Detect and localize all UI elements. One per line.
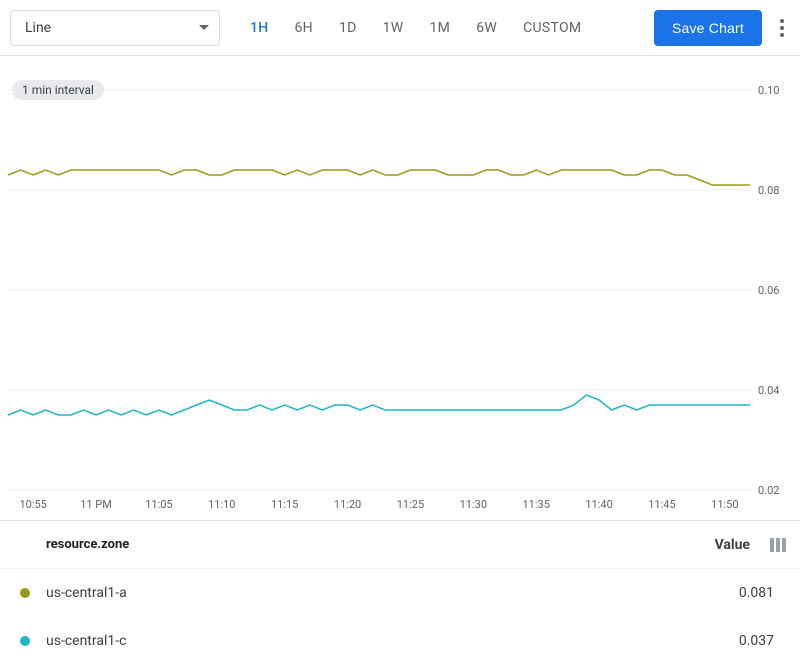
svg-text:11 PM: 11 PM <box>80 498 112 511</box>
svg-text:11:15: 11:15 <box>271 498 298 511</box>
legend-groupby-col: resource.zone <box>46 537 129 552</box>
svg-text:11:40: 11:40 <box>585 498 612 511</box>
chart-area: 1 min interval 0.02 0.04 0.06 0.08 0.10 10:55… <box>0 56 800 520</box>
svg-text:11:10: 11:10 <box>208 498 235 511</box>
save-chart-button[interactable]: Save Chart <box>654 10 762 46</box>
range-1m[interactable]: 1M <box>418 12 463 44</box>
legend-value: 0.037 <box>739 633 774 649</box>
legend-swatch <box>20 636 30 646</box>
more-menu-button[interactable] <box>772 10 792 46</box>
legend-value: 0.081 <box>739 585 774 601</box>
range-custom[interactable]: CUSTOM <box>511 12 593 44</box>
legend-label: us-central1-a <box>46 585 127 601</box>
columns-icon[interactable] <box>770 538 786 552</box>
range-1w[interactable]: 1W <box>371 12 416 44</box>
legend-table: resource.zone Value us-central1-a 0.081 … <box>0 520 800 665</box>
svg-text:11:30: 11:30 <box>460 498 487 511</box>
chevron-down-icon <box>199 25 209 30</box>
chart-type-select[interactable]: Line <box>10 10 220 46</box>
time-range-group: 1H 6H 1D 1W 1M 6W CUSTOM <box>238 12 593 44</box>
range-6h[interactable]: 6H <box>283 12 325 44</box>
legend-header: resource.zone Value <box>0 521 800 569</box>
svg-text:0.10: 0.10 <box>758 84 779 97</box>
svg-text:0.04: 0.04 <box>758 384 779 397</box>
legend-swatch <box>20 588 30 598</box>
toolbar: Line 1H 6H 1D 1W 1M 6W CUSTOM Save Chart <box>0 0 800 56</box>
svg-text:11:35: 11:35 <box>523 498 550 511</box>
range-1d[interactable]: 1D <box>327 12 369 44</box>
legend-value-col: Value <box>715 537 750 553</box>
svg-text:11:50: 11:50 <box>711 498 738 511</box>
svg-text:0.02: 0.02 <box>758 484 779 497</box>
range-6w[interactable]: 6W <box>464 12 509 44</box>
svg-text:0.06: 0.06 <box>758 284 779 297</box>
svg-text:11:05: 11:05 <box>145 498 172 511</box>
legend-row[interactable]: us-central1-a 0.081 <box>0 569 800 617</box>
svg-text:10:55: 10:55 <box>19 498 46 511</box>
chart-type-selected: Line <box>25 20 51 36</box>
interval-badge: 1 min interval <box>12 80 104 100</box>
legend-row[interactable]: us-central1-c 0.037 <box>0 617 800 665</box>
more-vertical-icon <box>780 19 784 37</box>
range-1h[interactable]: 1H <box>238 12 281 44</box>
svg-text:11:20: 11:20 <box>334 498 361 511</box>
svg-text:0.08: 0.08 <box>758 184 779 197</box>
svg-text:11:45: 11:45 <box>648 498 675 511</box>
line-chart[interactable]: 0.02 0.04 0.06 0.08 0.10 10:55 11 PM 11:05 11:10… <box>0 80 800 520</box>
legend-label: us-central1-c <box>46 633 126 649</box>
svg-text:11:25: 11:25 <box>397 498 424 511</box>
